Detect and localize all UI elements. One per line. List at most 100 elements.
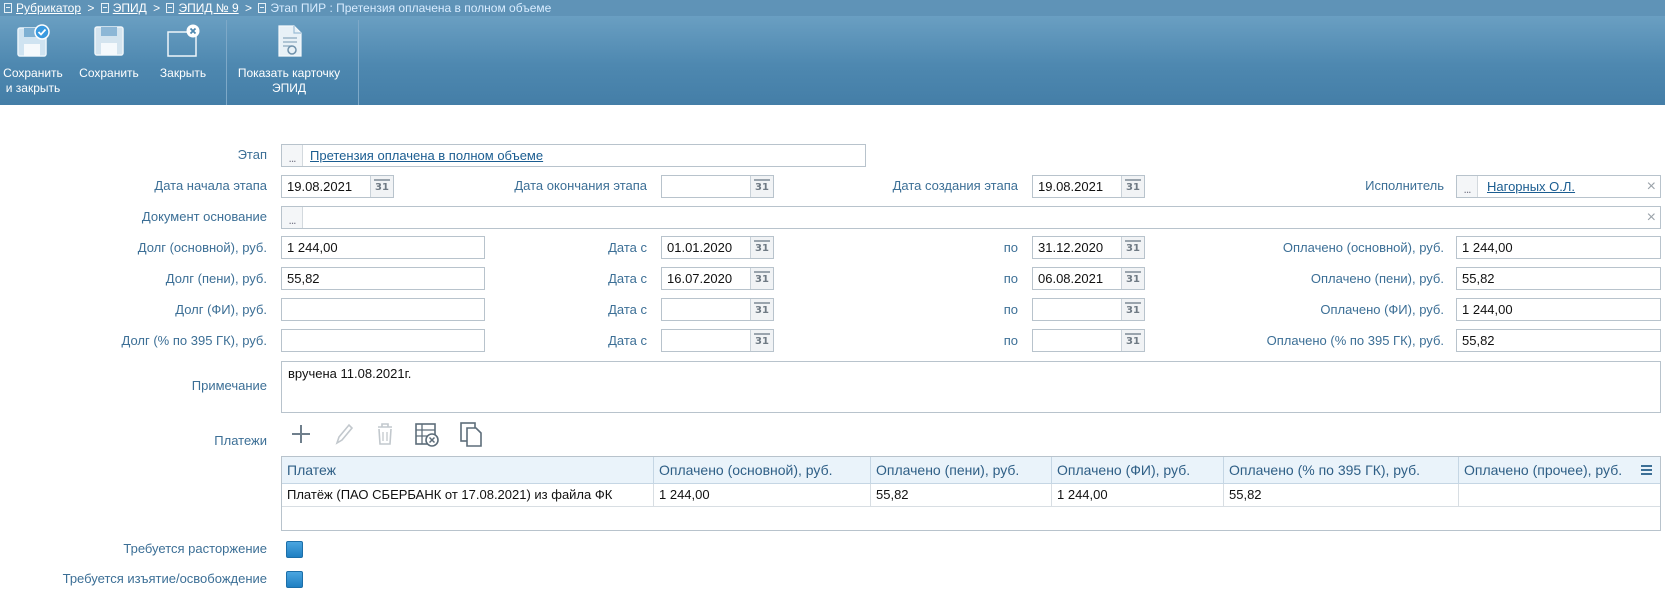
breadcrumb-epid-9[interactable]: ЭПИД № 9 — [178, 1, 238, 15]
date-from-value: 01.01.2020 — [667, 240, 733, 255]
paid-395-label: Оплачено (% по 395 ГК), руб. — [1266, 333, 1444, 348]
date-to-input[interactable]: 31 — [1032, 298, 1145, 321]
table-row[interactable]: Платёж (ПАО СБЕРБАНК от 17.08.2021) из ф… — [282, 484, 1660, 507]
copy-icon[interactable] — [458, 420, 484, 448]
executor-value[interactable]: Нагорных О.Л. — [1487, 179, 1575, 194]
document-icon — [166, 3, 175, 13]
start-date-input[interactable]: 19.08.2021 31 — [281, 175, 394, 198]
calendar-button[interactable]: 31 — [1121, 237, 1144, 258]
column-menu-icon[interactable] — [1641, 465, 1652, 475]
calendar-button[interactable]: 31 — [370, 176, 393, 197]
debt-fi-label: Долг (ФИ), руб. — [175, 302, 267, 317]
column-header[interactable]: Платеж — [282, 457, 654, 483]
end-date-input[interactable]: 31 — [661, 175, 774, 198]
date-to-input[interactable]: 06.08.2021 31 — [1032, 267, 1145, 290]
date-from-value: 16.07.2020 — [667, 271, 733, 286]
date-from-label: Дата с — [608, 302, 647, 317]
stage-value[interactable]: Претензия оплачена в полном объеме — [310, 148, 543, 163]
calendar-button[interactable]: 31 — [750, 268, 773, 289]
breadcrumb-separator: > — [153, 1, 161, 15]
column-header[interactable]: Оплачено (прочее), руб. — [1459, 457, 1660, 483]
date-from-input[interactable]: 01.01.2020 31 — [661, 236, 774, 259]
payments-label: Платежи — [214, 433, 267, 448]
created-date-label: Дата создания этапа — [892, 178, 1018, 193]
stage-select-button[interactable]: ... — [282, 145, 303, 166]
breadcrumb-rubricator[interactable]: Рубрикатор — [16, 1, 81, 15]
table-cell: 1 244,00 — [654, 484, 871, 506]
date-to-value: 31.12.2020 — [1038, 240, 1104, 255]
calendar-button[interactable]: 31 — [1121, 299, 1144, 320]
close-button[interactable]: Закрыть — [150, 16, 216, 105]
start-date-label: Дата начала этапа — [154, 178, 267, 193]
paid-main-input[interactable]: 1 244,00 — [1456, 236, 1661, 259]
rubricator-icon — [4, 3, 12, 13]
date-from-input[interactable]: 31 — [661, 329, 774, 352]
calendar-button[interactable]: 31 — [750, 176, 773, 197]
debt-395-input[interactable] — [281, 329, 485, 352]
column-header[interactable]: Оплачено (% по 395 ГК), руб. — [1224, 457, 1459, 483]
debt-fi-input[interactable] — [281, 298, 485, 321]
column-header[interactable]: Оплачено (ФИ), руб. — [1052, 457, 1224, 483]
table-cell: 55,82 — [1224, 484, 1459, 506]
document-card-icon — [278, 25, 302, 57]
date-to-input[interactable]: 31.12.2020 31 — [1032, 236, 1145, 259]
date-from-input[interactable]: 31 — [661, 298, 774, 321]
stage-icon — [258, 3, 267, 13]
edit-pencil-icon[interactable] — [330, 420, 356, 448]
executor-select-button[interactable]: ... — [1457, 176, 1478, 197]
save-close-label: Сохранить и закрыть — [3, 66, 63, 95]
table-cell: Платёж (ПАО СБЕРБАНК от 17.08.2021) из ф… — [282, 484, 654, 506]
stage-field[interactable]: ... Претензия оплачена в полном объеме — [281, 144, 866, 167]
delete-trash-icon[interactable] — [372, 420, 398, 448]
add-icon[interactable] — [288, 420, 314, 448]
start-date-value: 19.08.2021 — [287, 179, 353, 194]
save-button[interactable]: Сохранить — [74, 16, 144, 105]
toolbar: Сохранить и закрыть Сохранить Закрыть По… — [0, 16, 1665, 105]
calendar-button[interactable]: 31 — [1121, 176, 1144, 197]
date-to-input[interactable]: 31 — [1032, 329, 1145, 352]
clear-icon[interactable]: × — [1647, 207, 1656, 228]
close-label: Закрыть — [159, 66, 207, 80]
calendar-icon: 31 — [1125, 333, 1141, 348]
requires-termination-checkbox[interactable] — [286, 541, 303, 558]
stage-label: Этап — [237, 147, 267, 162]
paid-penalty-label: Оплачено (пени), руб. — [1310, 271, 1444, 286]
created-date-input[interactable]: 19.08.2021 31 — [1032, 175, 1145, 198]
close-window-icon — [167, 24, 200, 57]
calendar-button[interactable]: 31 — [750, 330, 773, 351]
debt-395-label: Долг (% по 395 ГК), руб. — [121, 333, 267, 348]
date-to-label: по — [1003, 271, 1018, 286]
basis-doc-field[interactable]: ... × — [281, 206, 1661, 229]
calendar-icon: 31 — [1125, 240, 1141, 255]
basis-doc-select-button[interactable]: ... — [282, 207, 303, 228]
note-label: Примечание — [191, 378, 267, 393]
note-textarea[interactable]: вручена 11.08.2021г. — [281, 361, 1661, 413]
paid-penalty-input[interactable]: 55,82 — [1456, 267, 1661, 290]
calendar-button[interactable]: 31 — [750, 299, 773, 320]
requires-seizure-checkbox[interactable] — [286, 571, 303, 588]
clear-icon[interactable]: × — [1647, 176, 1656, 197]
calendar-button[interactable]: 31 — [1121, 268, 1144, 289]
table-cell — [1459, 484, 1660, 506]
table-delete-icon[interactable] — [414, 420, 440, 448]
save-close-button[interactable]: Сохранить и закрыть — [0, 16, 66, 105]
column-header[interactable]: Оплачено (пени), руб. — [871, 457, 1052, 483]
breadcrumb: Рубрикатор > ЭПИД > ЭПИД № 9 > Этап ПИР … — [0, 0, 1665, 16]
calendar-icon: 31 — [754, 271, 770, 286]
save-check-icon — [17, 24, 50, 57]
paid-fi-input[interactable]: 1 244,00 — [1456, 298, 1661, 321]
paid-395-input[interactable]: 55,82 — [1456, 329, 1661, 352]
show-card-button[interactable]: Показать карточку ЭПИД — [236, 16, 342, 105]
calendar-button[interactable]: 31 — [750, 237, 773, 258]
executor-field[interactable]: ... Нагорных О.Л. × — [1456, 175, 1661, 198]
payments-grid: Платеж Оплачено (основной), руб. Оплачен… — [281, 456, 1661, 531]
debt-main-input[interactable]: 1 244,00 — [281, 236, 485, 259]
calendar-icon: 31 — [1125, 271, 1141, 286]
date-from-label: Дата с — [608, 333, 647, 348]
breadcrumb-epid[interactable]: ЭПИД — [113, 1, 147, 15]
breadcrumb-separator: > — [87, 1, 95, 15]
debt-penalty-input[interactable]: 55,82 — [281, 267, 485, 290]
calendar-button[interactable]: 31 — [1121, 330, 1144, 351]
date-from-input[interactable]: 16.07.2020 31 — [661, 267, 774, 290]
column-header[interactable]: Оплачено (основной), руб. — [654, 457, 871, 483]
